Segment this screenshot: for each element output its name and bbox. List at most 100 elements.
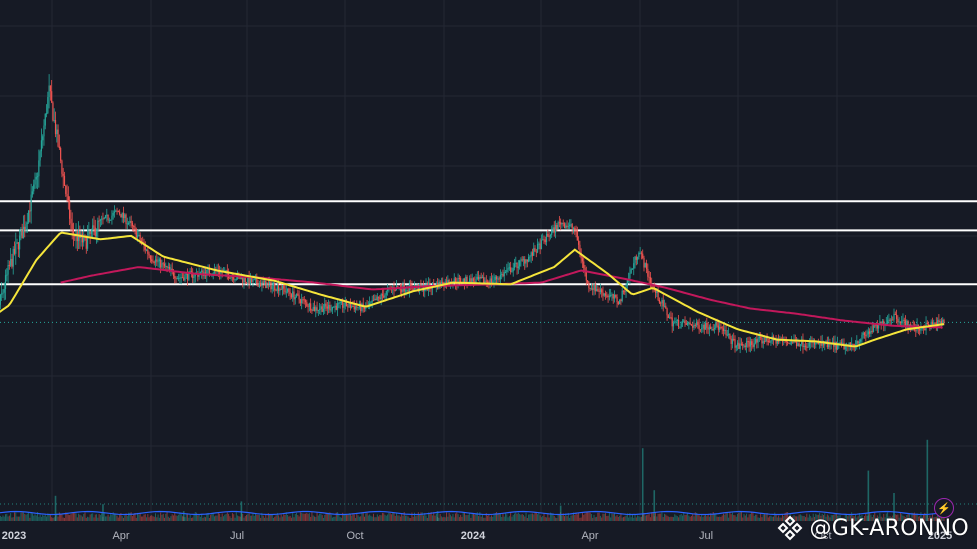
candle-body — [676, 320, 678, 322]
volume-bar — [353, 514, 355, 521]
volume-bar — [225, 513, 227, 521]
candle-body — [58, 146, 60, 149]
volume-bar — [312, 515, 314, 521]
candle-body — [734, 339, 736, 348]
candle-body — [594, 284, 596, 292]
candle-body — [695, 321, 698, 326]
volume-bar — [279, 517, 281, 521]
candle-body — [702, 324, 704, 329]
candle-body — [2, 292, 4, 294]
candle-body — [648, 276, 650, 278]
candle-body — [407, 290, 409, 292]
volume-bar — [176, 515, 178, 521]
candle-body — [593, 284, 595, 290]
volume-bar — [488, 514, 490, 521]
candle-body — [71, 223, 73, 229]
candle-body — [656, 290, 658, 294]
volume-bar — [17, 516, 19, 521]
price-chart[interactable]: 2023 Apr Jul Oct 2024 Apr Jul Oct 2025 — [0, 0, 977, 549]
candle-body — [712, 329, 714, 331]
candle-body — [660, 302, 662, 304]
candle-body — [740, 343, 743, 345]
volume-bar — [464, 512, 465, 521]
volume-bar — [387, 514, 389, 521]
candle-body — [525, 259, 527, 264]
volume-bar — [670, 516, 672, 521]
candle-body — [701, 328, 703, 330]
candle-body — [569, 224, 571, 227]
candle-body — [329, 305, 331, 311]
volume-bar — [767, 517, 769, 521]
candle-body — [604, 293, 607, 296]
candle-body — [115, 210, 117, 212]
candle-body — [761, 337, 763, 344]
candle-body — [630, 269, 632, 273]
candle-body — [295, 293, 298, 297]
volume-bar — [546, 517, 548, 521]
volume-bar — [305, 513, 307, 521]
volume-bar — [237, 515, 239, 521]
volume-bar — [522, 514, 524, 521]
volume-bar — [775, 514, 777, 521]
volume-bar — [660, 513, 662, 521]
volume-bar — [255, 513, 257, 521]
candle-body — [88, 230, 90, 237]
volume-bar — [265, 514, 267, 521]
volume-bar — [197, 515, 199, 521]
candle-body — [481, 277, 484, 279]
volume-bar — [83, 513, 85, 521]
volume-bar — [707, 514, 709, 521]
volume-bar — [738, 512, 740, 521]
candle-body — [724, 330, 726, 332]
volume-bar — [379, 514, 381, 521]
candle-body — [174, 276, 176, 279]
volume-bar — [189, 514, 191, 521]
volume-bar — [681, 515, 683, 521]
volume-bar — [76, 517, 78, 521]
volume-bar — [605, 513, 607, 521]
volume-bar — [669, 517, 671, 521]
candle-body — [284, 288, 286, 293]
volume-bar — [246, 514, 248, 521]
volume-bar — [19, 516, 21, 521]
candle-body — [815, 343, 817, 345]
volume-bar — [33, 515, 35, 521]
candle-body — [13, 248, 16, 254]
candle-body — [257, 283, 259, 288]
candle-body — [267, 283, 269, 285]
candle-body — [786, 341, 789, 343]
candle-body — [638, 252, 640, 257]
volume-bar — [340, 517, 342, 521]
volume-bar — [51, 517, 53, 521]
candle-body — [499, 274, 501, 280]
volume-bar — [301, 512, 303, 521]
volume-bar — [453, 517, 455, 521]
volume-bar — [405, 515, 407, 521]
candle-body — [317, 310, 319, 312]
x-tick-label: Apr — [112, 530, 129, 542]
candle-body — [557, 222, 559, 230]
candle-body — [253, 279, 255, 281]
volume-bar — [597, 512, 599, 521]
candle-body — [861, 334, 863, 340]
candle-body — [15, 243, 17, 254]
candle-body — [795, 341, 798, 347]
volume-bar — [452, 514, 454, 521]
candle-body — [279, 288, 281, 292]
candle-body — [134, 226, 136, 230]
candle-body — [43, 125, 45, 137]
candle-body — [589, 287, 591, 289]
candle-body — [713, 328, 716, 330]
candle-body — [856, 340, 858, 345]
volume-bar — [374, 517, 376, 521]
volume-bar — [772, 516, 774, 521]
candle-body — [275, 290, 277, 292]
candle-body — [526, 259, 528, 262]
volume-bar — [749, 513, 751, 521]
volume-bar — [181, 516, 183, 521]
candle-body — [161, 263, 163, 268]
volume-bar — [344, 515, 346, 521]
candle-body — [27, 210, 30, 223]
candle-body — [903, 319, 905, 321]
candle-body — [254, 278, 257, 280]
